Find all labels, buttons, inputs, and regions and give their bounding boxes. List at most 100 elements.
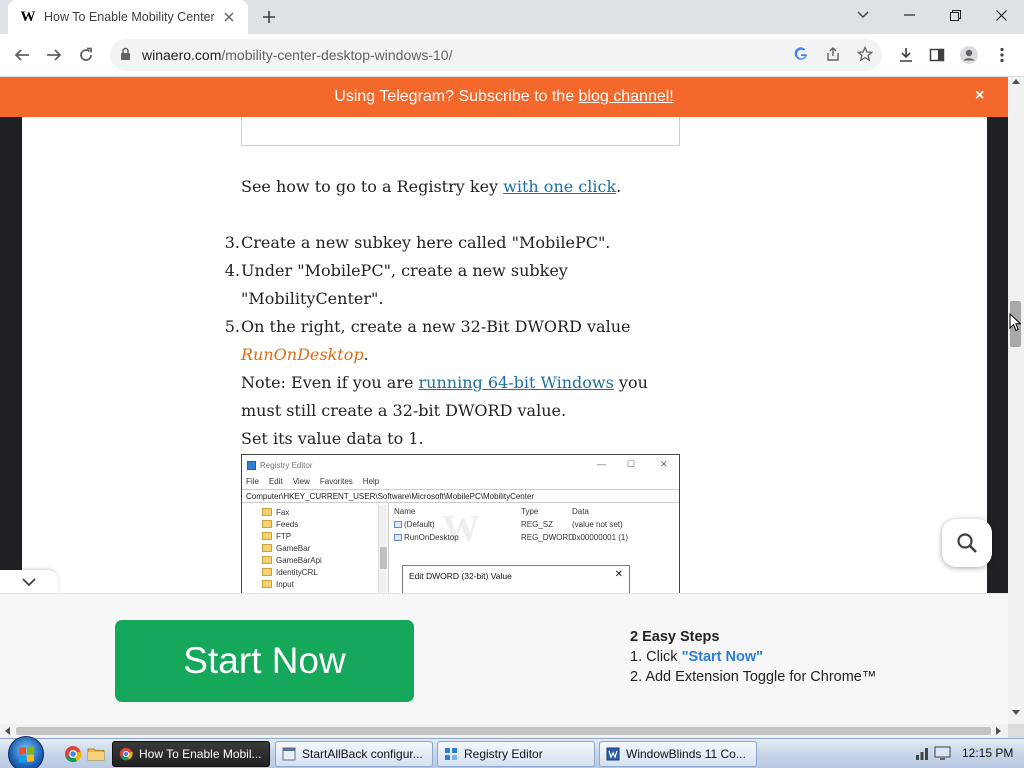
tree-folder: GameBarApi [262,554,322,566]
step-number: 3. [224,233,240,252]
scroll-down-arrow-icon[interactable] [1012,710,1020,715]
ad-step-1-highlight: "Start Now" [681,649,763,665]
chrome-icon [119,747,133,761]
running-64-bit-windows-link[interactable]: running 64-bit Windows [419,373,614,392]
floating-search-button[interactable] [942,519,992,567]
scroll-up-arrow-icon[interactable] [1012,79,1020,84]
tree-folder-label: GameBar [276,543,311,553]
value-row-name: (Default) [394,520,435,529]
chrome-icon[interactable] [64,745,82,763]
registry-tip-suffix: . [616,177,622,196]
reload-button[interactable] [71,40,101,70]
telegram-banner: Using Telegram? Subscribe to the blog ch… [0,77,1008,117]
step-text: On the right, create a new 32-Bit DWORD … [241,317,631,336]
taskbar-item-label: StartAllBack configur... [302,747,423,761]
taskbar-item-label: WindowBlinds 11 Co... [626,747,746,761]
start-now-button[interactable]: Start Now [115,620,414,702]
ad-collapse-button[interactable] [0,570,58,594]
tab-strip: W How To Enable Mobility Center on Deskt… [0,0,1024,34]
registry-tip-paragraph: See how to go to a Registry key with one… [241,177,621,196]
tab-search-chevron-icon[interactable] [840,0,886,30]
back-button[interactable] [7,40,37,70]
dword-value-icon [394,534,402,542]
ad-steps: 2 Easy Steps 1. Click "Start Now" 2. Add… [630,629,876,685]
horizontal-scrollbar[interactable] [0,724,1008,738]
note-prefix: Note: Even if you are [241,373,419,392]
new-tab-button[interactable] [258,6,280,28]
value-row-data: (value not set) [572,520,623,529]
taskbar-item-startallback[interactable]: StartAllBack configur... [275,741,433,767]
value-row-name: RunOnDesktop [394,533,459,542]
menu-kebab-icon[interactable] [987,40,1017,70]
google-translate-icon[interactable] [793,46,809,67]
value-name-suffix: . [363,345,369,364]
settings-window-icon [282,747,296,761]
start-button[interactable] [8,736,44,768]
close-window-button[interactable] [978,0,1024,30]
regedit-icon [445,748,457,760]
ad-step-1: 1. Click "Start Now" [630,649,876,665]
taskbar-item-browser[interactable]: How To Enable Mobil... [112,741,270,767]
regedit-menu-item: View [292,477,310,486]
scroll-right-arrow-icon[interactable] [996,727,1001,735]
regedit-close-icon: ✕ [660,459,668,469]
bookmark-star-icon[interactable] [856,45,874,67]
tree-folder-label: GameBarApi [276,555,322,565]
browser-tab[interactable]: W How To Enable Mobility Center on Deskt… [8,0,248,34]
profile-avatar-icon[interactable] [954,40,984,70]
note-suffix: you [613,373,648,392]
tree-folder: Input [262,578,294,590]
tree-folder: Feeds [262,518,298,530]
address-bar[interactable]: winaero.com/mobility-center-desktop-wind… [110,39,882,71]
tree-folder: Fax [262,506,289,518]
file-explorer-icon[interactable] [87,745,105,763]
tab-title: How To Enable Mobility Center on Desktop… [44,10,214,24]
lock-icon[interactable] [120,47,131,66]
share-icon[interactable] [825,46,841,67]
column-header-type: Type [521,507,539,516]
regedit-menu-item: Favorites [319,477,353,486]
tree-folder-label: Feeds [276,519,299,529]
side-panel-icon[interactable] [922,40,952,70]
display-settings-icon[interactable] [934,745,952,761]
string-value-icon [394,521,402,529]
tab-close-icon[interactable] [220,8,238,26]
forward-button[interactable] [39,40,69,70]
windows-logo-icon [18,745,34,763]
regedit-tree-scrollbar [378,505,387,593]
restore-button[interactable] [932,0,978,30]
folder-icon [262,568,272,576]
ad-steps-title: 2 Easy Steps [630,629,720,645]
vertical-scrollbar[interactable] [1008,77,1024,724]
minimize-button[interactable] [886,0,932,30]
taskbar-item-regedit[interactable]: Registry Editor [437,741,595,767]
tree-folder: GameBar [262,542,310,554]
chevron-down-icon [22,577,36,586]
value-name: (Default) [404,520,435,529]
folder-icon [262,532,272,540]
winaero-watermark: W [442,508,480,550]
folder-icon [262,520,272,528]
step-text: "MobilityCenter". [241,289,384,308]
taskbar-item-label: Registry Editor [464,747,543,761]
with-one-click-link[interactable]: with one click [503,177,616,196]
winaero-favicon-icon: W [20,9,36,25]
url-text[interactable]: winaero.com/mobility-center-desktop-wind… [142,47,452,63]
regedit-menu-item: Edit [268,477,283,486]
dialog-title: Edit DWORD (32-bit) Value [409,571,512,581]
regedit-title: Registry Editor [260,460,313,470]
taskbar-clock[interactable]: 12:15 PM [962,746,1013,760]
banner-text: Using Telegram? Subscribe to the blog ch… [0,88,1008,106]
regedit-menubar: File Edit View Favorites Help [246,477,379,486]
banner-close-button[interactable]: × [975,87,984,105]
system-tray [914,745,952,761]
blog-channel-link[interactable]: blog channel! [579,88,674,105]
scroll-left-arrow-icon[interactable] [5,727,10,735]
network-icon[interactable] [914,745,930,761]
value-name: RunOnDesktop [404,533,459,542]
downloads-icon[interactable] [891,40,921,70]
value-row-type: REG_SZ [521,520,554,529]
ad-step-1-text: 1. Click [630,649,682,665]
horizontal-scroll-thumb[interactable] [16,727,991,735]
taskbar-item-windowblinds[interactable]: WindowBlinds 11 Co... [599,741,757,767]
